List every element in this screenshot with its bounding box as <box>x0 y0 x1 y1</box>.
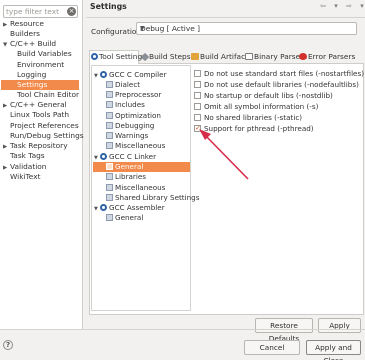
restore-defaults-button[interactable]: Restore Defaults <box>255 318 313 343</box>
checkbox[interactable] <box>194 81 201 88</box>
header-toolbar: ⇦ ▾ ⇨ ▾ ⋮ <box>318 2 365 11</box>
tool-settings-icon <box>91 53 98 60</box>
settings-page-icon <box>106 132 113 139</box>
tree-item-shared-library-settings[interactable]: Shared Library Settings <box>106 193 200 203</box>
nav-item-project-references[interactable]: Project References <box>10 121 79 131</box>
artifact-icon <box>191 53 199 60</box>
tab-tool-settings[interactable]: Tool Settings <box>89 50 146 64</box>
checkbox[interactable] <box>194 70 201 77</box>
header-divider <box>86 17 365 18</box>
forward-arrow-icon[interactable]: ⇨ <box>344 2 354 11</box>
expand-triangle-icon[interactable]: ▶ <box>3 20 10 30</box>
forward-dropdown-chevron-icon[interactable]: ▾ <box>357 2 365 11</box>
tree-item-libraries[interactable]: Libraries <box>106 172 146 182</box>
tab-error-parsers[interactable]: Error Parsers <box>298 51 355 63</box>
tree-item-miscellaneous-linker[interactable]: Miscellaneous <box>106 183 165 193</box>
checkbox[interactable] <box>194 92 201 99</box>
option-nostdlib[interactable]: No startup or default libs (-nostdlib) <box>194 91 333 101</box>
expand-triangle-icon[interactable]: ▶ <box>3 101 10 111</box>
nav-item-cpp-general[interactable]: ▶ C/C++ General <box>3 100 67 110</box>
gear-icon <box>100 153 107 160</box>
tree-item-debugging[interactable]: Debugging <box>106 121 154 131</box>
binary-file-icon <box>245 53 253 60</box>
nav-item-run-debug-settings[interactable]: Run/Debug Settings <box>10 131 84 141</box>
tab-build-artifact[interactable]: Build Artifact <box>190 51 248 63</box>
nav-item-wikitext[interactable]: WikiText <box>10 172 40 182</box>
nav-item-linux-tools-path[interactable]: Linux Tools Path <box>10 110 69 120</box>
tree-item-gcc-c-compiler[interactable]: ▼ GCC C Compiler <box>94 70 167 80</box>
page-title: Settings <box>90 2 127 11</box>
nav-item-tool-chain-editor[interactable]: Tool Chain Editor <box>17 90 79 100</box>
tool-tree: ▼ GCC C Compiler Dialect Preprocessor Inc… <box>91 65 200 311</box>
settings-page-icon <box>106 112 113 119</box>
back-dropdown-chevron-icon[interactable]: ▾ <box>331 2 341 11</box>
settings-page-icon <box>106 81 113 88</box>
preferences-navigation: × ▶Resource Builders ▼C/C++ Build Build … <box>0 0 84 329</box>
settings-page-icon <box>106 101 113 108</box>
dropdown-arrow-icon[interactable]: ▼ <box>140 24 353 34</box>
tree-item-preprocessor[interactable]: Preprocessor <box>106 90 161 100</box>
settings-page-icon <box>106 122 113 129</box>
settings-page-icon <box>106 91 113 98</box>
settings-page-icon <box>106 173 113 180</box>
nav-item-cpp-build[interactable]: ▼ C/C++ Build <box>3 39 56 49</box>
tree-item-general-linker[interactable]: General <box>93 162 190 172</box>
help-icon[interactable]: ? <box>3 340 13 350</box>
wrench-icon <box>140 52 150 62</box>
tab-build-steps[interactable]: Build Steps <box>140 51 191 63</box>
gear-icon <box>100 204 107 211</box>
nav-item-logging[interactable]: Logging <box>17 70 46 80</box>
tree-item-miscellaneous-compiler[interactable]: Miscellaneous <box>106 141 165 151</box>
settings-page-icon <box>106 184 113 191</box>
back-arrow-icon[interactable]: ⇦ <box>318 2 328 11</box>
option-strip-symbols[interactable]: Omit all symbol information (-s) <box>194 102 318 112</box>
tree-item-includes[interactable]: Includes <box>106 100 145 110</box>
tree-item-optimization[interactable]: Optimization <box>106 111 161 121</box>
nav-item-task-tags[interactable]: Task Tags <box>10 151 45 161</box>
option-static[interactable]: No shared libraries (-static) <box>194 113 302 123</box>
checkbox[interactable] <box>194 114 201 121</box>
configuration-select[interactable]: Debug [ Active ] ▼ <box>136 22 357 35</box>
filter-input[interactable] <box>4 6 66 17</box>
tree-item-gcc-assembler[interactable]: ▼ GCC Assembler <box>94 203 165 213</box>
tree-item-gcc-c-linker[interactable]: ▼ GCC C Linker <box>94 152 156 162</box>
apply-and-close-button[interactable]: Apply and Close <box>306 340 361 360</box>
nav-item-build-variables[interactable]: Build Variables <box>17 49 72 59</box>
apply-button[interactable]: Apply <box>318 318 361 333</box>
option-nostartfiles[interactable]: Do not use standard start files (-nostar… <box>194 69 364 79</box>
collapse-triangle-icon[interactable]: ▼ <box>94 71 100 81</box>
filter-input-box[interactable]: × <box>3 5 78 18</box>
nav-item-resource[interactable]: ▶ Resource <box>3 19 44 29</box>
collapse-triangle-icon[interactable]: ▼ <box>94 204 100 214</box>
settings-page-icon <box>106 194 113 201</box>
option-nodefaultlibs[interactable]: Do not use default libraries (-nodefault… <box>194 80 359 90</box>
cancel-button[interactable]: Cancel <box>244 340 300 355</box>
footer-divider <box>0 329 365 330</box>
annotation-arrow-icon <box>199 129 249 180</box>
tree-item-general-assembler[interactable]: General <box>106 213 143 223</box>
collapse-triangle-icon[interactable]: ▼ <box>3 40 10 50</box>
settings-page-icon <box>106 163 113 170</box>
error-icon <box>299 53 307 60</box>
settings-page-icon <box>106 142 113 149</box>
tree-item-dialect[interactable]: Dialect <box>106 80 140 90</box>
nav-item-settings[interactable]: Settings <box>1 80 79 90</box>
nav-item-task-repository[interactable]: ▶ Task Repository <box>3 141 68 151</box>
expand-triangle-icon[interactable]: ▶ <box>3 163 10 173</box>
clear-filter-icon[interactable]: × <box>67 7 76 16</box>
nav-item-validation[interactable]: ▶ Validation <box>3 162 47 172</box>
nav-item-builders[interactable]: Builders <box>10 29 40 39</box>
gear-icon <box>100 71 107 78</box>
expand-triangle-icon[interactable]: ▶ <box>3 142 10 152</box>
tree-item-warnings[interactable]: Warnings <box>106 131 148 141</box>
nav-item-environment[interactable]: Environment <box>17 60 64 70</box>
checkbox[interactable] <box>194 103 201 110</box>
settings-page-icon <box>106 214 113 221</box>
